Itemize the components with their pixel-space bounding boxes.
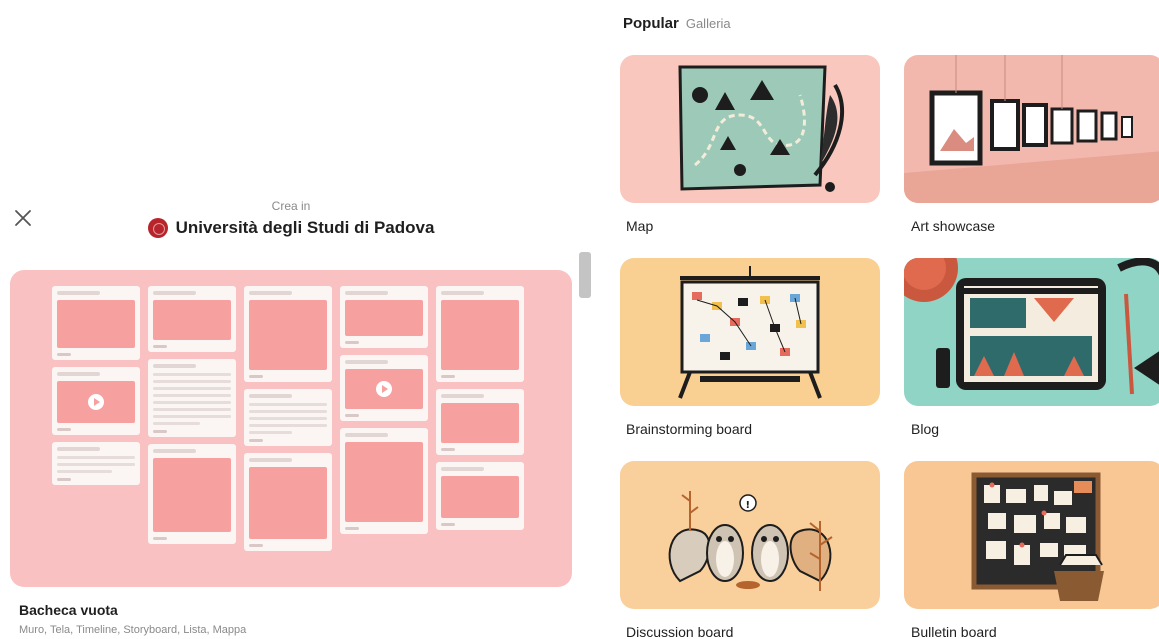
preview-post [148, 359, 236, 437]
preview-post [52, 286, 140, 360]
blog-desk-illustration [904, 258, 1159, 395]
template-label[interactable]: Blog [911, 421, 939, 437]
popular-header: Popular Galleria [623, 15, 731, 32]
create-in-label: Crea in [271, 199, 311, 213]
scrollbar-thumb[interactable] [579, 252, 591, 298]
template-art-showcase-card[interactable] [904, 55, 1159, 203]
blank-board-formats: Muro, Tela, Timeline, Storyboard, Lista,… [19, 624, 247, 636]
template-label[interactable]: Bulletin board [911, 624, 997, 639]
popular-title: Popular [623, 15, 679, 32]
preview-post [148, 286, 236, 352]
preview-post [244, 286, 332, 382]
template-label[interactable]: Discussion board [626, 624, 733, 639]
blank-board-title[interactable]: Bacheca vuota [19, 602, 118, 618]
preview-post [340, 355, 428, 421]
template-label[interactable]: Map [626, 218, 653, 234]
template-discussion-card[interactable]: ! [620, 461, 880, 609]
preview-post [148, 444, 236, 544]
preview-post [340, 286, 428, 348]
university-logo-icon [147, 218, 168, 238]
template-brainstorming-card[interactable] [620, 258, 880, 406]
template-map-card[interactable] [620, 55, 880, 203]
template-blog-card[interactable] [904, 258, 1159, 406]
preview-post [244, 389, 332, 446]
template-label[interactable]: Brainstorming board [626, 421, 752, 437]
organization-selector[interactable]: Università degli Studi di Padova [0, 218, 582, 238]
blank-board-preview [52, 286, 524, 551]
svg-text:!: ! [746, 500, 751, 511]
brainstorm-board-illustration [678, 266, 822, 399]
template-picker: Crea in Università degli Studi di Padova [0, 0, 1159, 639]
preview-post [52, 367, 140, 435]
preview-post [436, 286, 524, 382]
organization-name: Università degli Studi di Padova [175, 218, 435, 237]
gallery-link[interactable]: Galleria [686, 16, 731, 31]
preview-post [244, 453, 332, 551]
squirrels-illustration: ! [668, 491, 833, 591]
art-gallery-illustration [904, 55, 1159, 203]
blank-board-card[interactable] [10, 270, 572, 587]
corkboard-illustration [971, 472, 1104, 601]
play-icon [88, 394, 104, 410]
play-icon [376, 381, 392, 397]
preview-post [52, 442, 140, 485]
preview-post [436, 389, 524, 455]
preview-post [340, 428, 428, 534]
preview-post [436, 462, 524, 530]
template-bulletin-card[interactable] [904, 461, 1159, 609]
template-label[interactable]: Art showcase [911, 218, 995, 234]
treasure-map-illustration [678, 65, 844, 192]
